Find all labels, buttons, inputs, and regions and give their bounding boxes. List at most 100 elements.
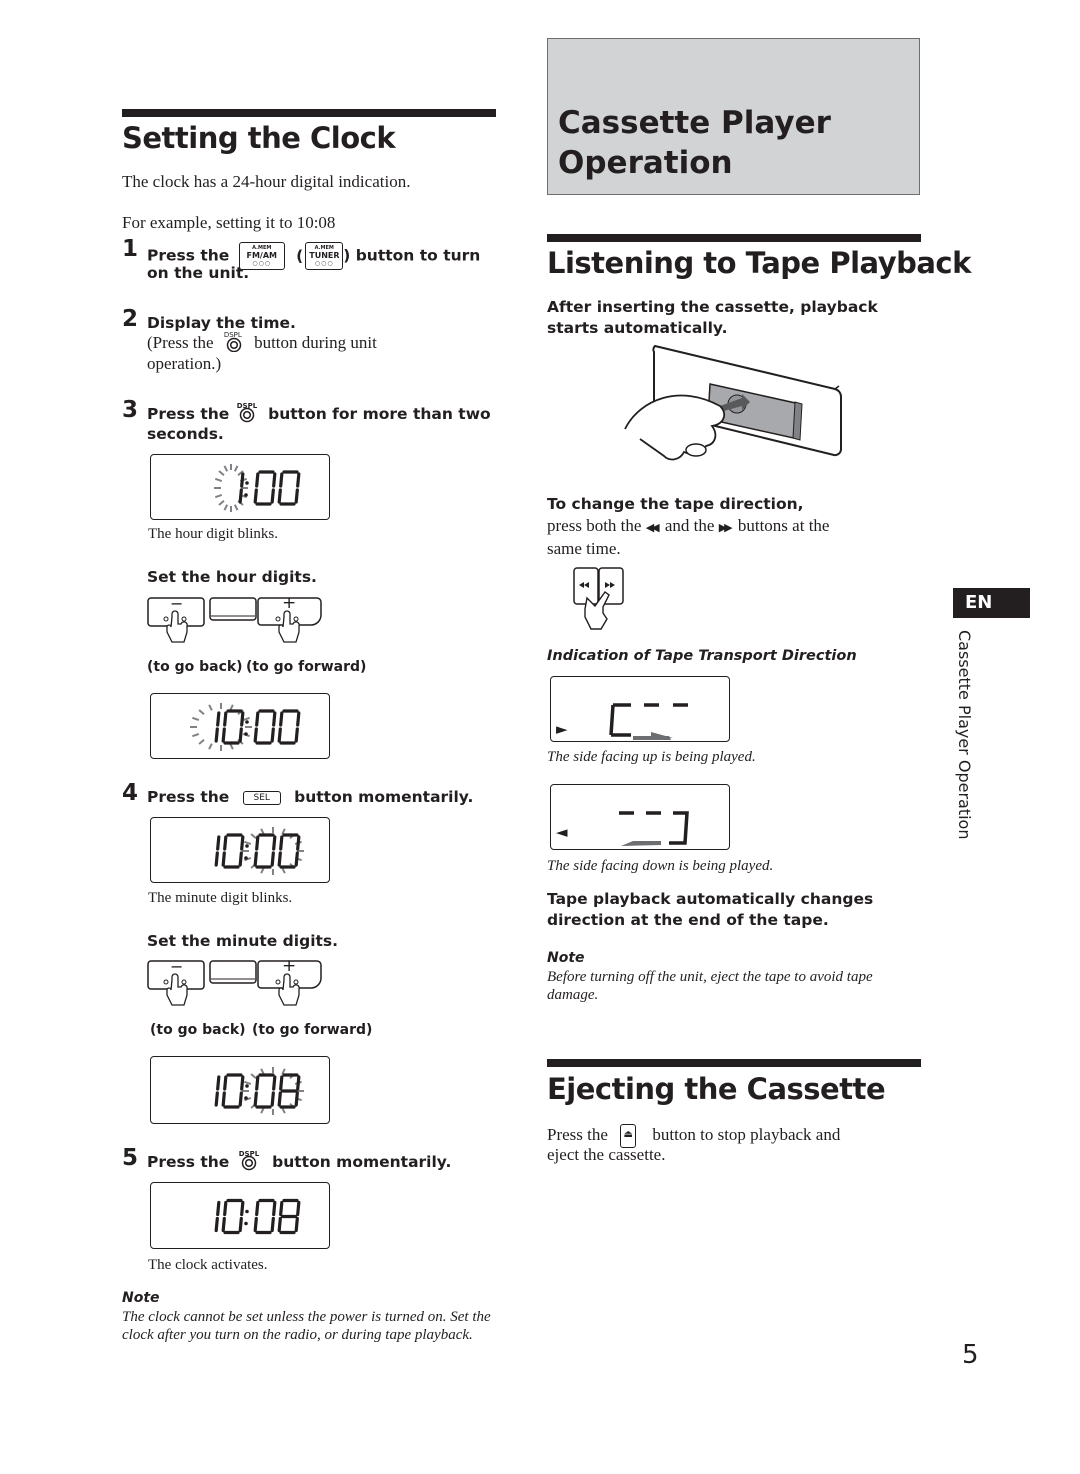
lcd-digit bbox=[253, 709, 277, 745]
step-3-line2: seconds. bbox=[147, 425, 224, 443]
step-number: 3 bbox=[122, 397, 139, 423]
instruction-text: buttons at the bbox=[737, 516, 830, 535]
minus-icon: − bbox=[170, 957, 184, 976]
step-text: Press the bbox=[147, 788, 230, 806]
section-rule bbox=[547, 234, 921, 242]
forward-caption: The side facing up is being played. bbox=[547, 749, 756, 765]
lcd-display-minute-set bbox=[150, 1056, 330, 1124]
lcd-digit bbox=[221, 1073, 245, 1109]
button-label: DSPL bbox=[223, 331, 242, 340]
step-text: ) button to turn bbox=[343, 246, 481, 265]
lcd-digit bbox=[221, 709, 245, 745]
eject-text-line2: eject the cassette. bbox=[547, 1145, 666, 1164]
note-title: Note bbox=[122, 1290, 160, 1306]
lcd-digits bbox=[190, 703, 301, 751]
playback-lead-line2: starts automatically. bbox=[547, 319, 728, 337]
section-title-tape-playback: Listening to Tape Playback bbox=[547, 246, 971, 280]
section-rule bbox=[547, 1059, 921, 1067]
dspl-button-icon: DSPL bbox=[224, 331, 242, 353]
minus-icon: − bbox=[170, 594, 184, 613]
set-hour-label: Set the hour digits. bbox=[147, 568, 317, 586]
lcd-digit bbox=[214, 1075, 221, 1107]
chapter-title: Cassette Player Operation bbox=[558, 103, 831, 183]
fast-forward-icon: ▶▶ bbox=[718, 521, 733, 534]
button-label: DSPL bbox=[236, 401, 258, 410]
button-label: TUNER bbox=[309, 251, 340, 260]
lcd-display-hour-blink bbox=[150, 454, 330, 520]
step-text: ( bbox=[296, 246, 304, 265]
lcd-digits bbox=[214, 1067, 304, 1115]
chapter-side-label: Cassette Player Operation bbox=[955, 630, 974, 840]
step-text: Press the bbox=[147, 1153, 230, 1171]
step-number: 5 bbox=[122, 1145, 139, 1171]
blink-rays-icon bbox=[214, 464, 248, 512]
lcd-display-minute-blink bbox=[150, 817, 330, 883]
step-text: Press the bbox=[147, 405, 230, 423]
step-text: button for more than two bbox=[268, 405, 491, 423]
lcd-digit bbox=[277, 1198, 301, 1235]
step-number: 1 bbox=[122, 236, 139, 262]
step-2-sub-line2: operation.) bbox=[147, 354, 222, 373]
step-3-text: Press the DSPL button for more than two bbox=[147, 402, 491, 424]
lcd-digits bbox=[214, 464, 301, 512]
tuner-button-icon: A.MEM TUNER ○○○ bbox=[305, 242, 344, 270]
section-title-ejecting: Ejecting the Cassette bbox=[547, 1072, 886, 1106]
lcd-colon bbox=[244, 1209, 249, 1226]
instruction-text: Press the bbox=[547, 1124, 608, 1144]
plus-icon: + bbox=[282, 956, 297, 976]
section-rule bbox=[122, 109, 496, 117]
reverse-caption: The side facing down is being played. bbox=[547, 858, 774, 874]
dspl-button-icon: DSPL bbox=[239, 1150, 259, 1171]
go-forward-label: (to go forward) bbox=[246, 659, 367, 675]
step-1-line2: on the unit. bbox=[147, 264, 250, 282]
lcd-digit bbox=[221, 1198, 245, 1235]
hour-buttons-illustration: − + bbox=[147, 593, 327, 653]
lcd-digit bbox=[277, 833, 301, 869]
lcd-display-hour-set bbox=[150, 693, 330, 759]
step-number: 2 bbox=[122, 306, 139, 332]
step-text: (Press the bbox=[147, 333, 214, 352]
lcd-digit bbox=[253, 833, 277, 869]
lcd-forward-direction: ► bbox=[550, 676, 730, 742]
example-text: For example, setting it to 10:08 bbox=[122, 213, 336, 232]
note-text-line2: damage. bbox=[547, 987, 599, 1003]
step-5-text: Press the DSPL button momentarily. bbox=[147, 1150, 451, 1172]
chapter-title-line: Cassette Player bbox=[558, 105, 831, 141]
rewind-icon: ◀◀ bbox=[645, 521, 660, 534]
lcd-digits bbox=[214, 1198, 301, 1235]
lcd-digit bbox=[214, 711, 221, 743]
cassette-insert-illustration bbox=[620, 344, 845, 474]
page-number: 5 bbox=[962, 1340, 979, 1370]
indication-title: Indication of Tape Transport Direction bbox=[547, 648, 857, 664]
minute-buttons-illustration: − + bbox=[147, 956, 327, 1016]
sel-button-icon: SEL bbox=[242, 790, 281, 805]
forward-direction-arrow-icon: ► bbox=[556, 720, 568, 738]
step-2-sub: (Press the DSPL button during unit bbox=[147, 331, 377, 353]
plus-icon: + bbox=[282, 593, 297, 613]
section-title-setting-clock: Setting the Clock bbox=[122, 121, 396, 155]
lcd-digits bbox=[214, 827, 304, 875]
step-number: 4 bbox=[122, 780, 139, 806]
instruction-text: press both the bbox=[547, 516, 642, 535]
lcd-digit bbox=[277, 1073, 301, 1109]
lcd-digit bbox=[277, 470, 301, 506]
auto-change-line1: Tape playback automatically changes bbox=[547, 890, 874, 908]
lcd-digit bbox=[221, 833, 245, 869]
reverse-direction-arrow-icon: ◄ bbox=[556, 823, 568, 841]
go-back-label: (to go back) bbox=[150, 1022, 246, 1038]
button-label: DSPL bbox=[238, 1149, 260, 1158]
step-4-text: Press the SEL button momentarily. bbox=[147, 787, 473, 807]
instruction-text: and the bbox=[664, 516, 715, 535]
change-direction-line2: same time. bbox=[547, 539, 621, 558]
lcd-digit bbox=[214, 1200, 221, 1233]
lcd-digit bbox=[214, 835, 221, 867]
lcd-digit bbox=[253, 1198, 277, 1235]
step-text: Press the bbox=[147, 246, 230, 265]
lcd-caption: The minute digit blinks. bbox=[148, 890, 293, 906]
note-title: Note bbox=[547, 950, 585, 966]
dspl-button-icon: DSPL bbox=[237, 402, 257, 423]
lcd-digit bbox=[277, 709, 301, 745]
auto-change-line2: direction at the end of the tape. bbox=[547, 911, 829, 929]
playback-lead-line1: After inserting the cassette, playback bbox=[547, 298, 878, 316]
lcd-display-clock-active bbox=[150, 1182, 330, 1249]
